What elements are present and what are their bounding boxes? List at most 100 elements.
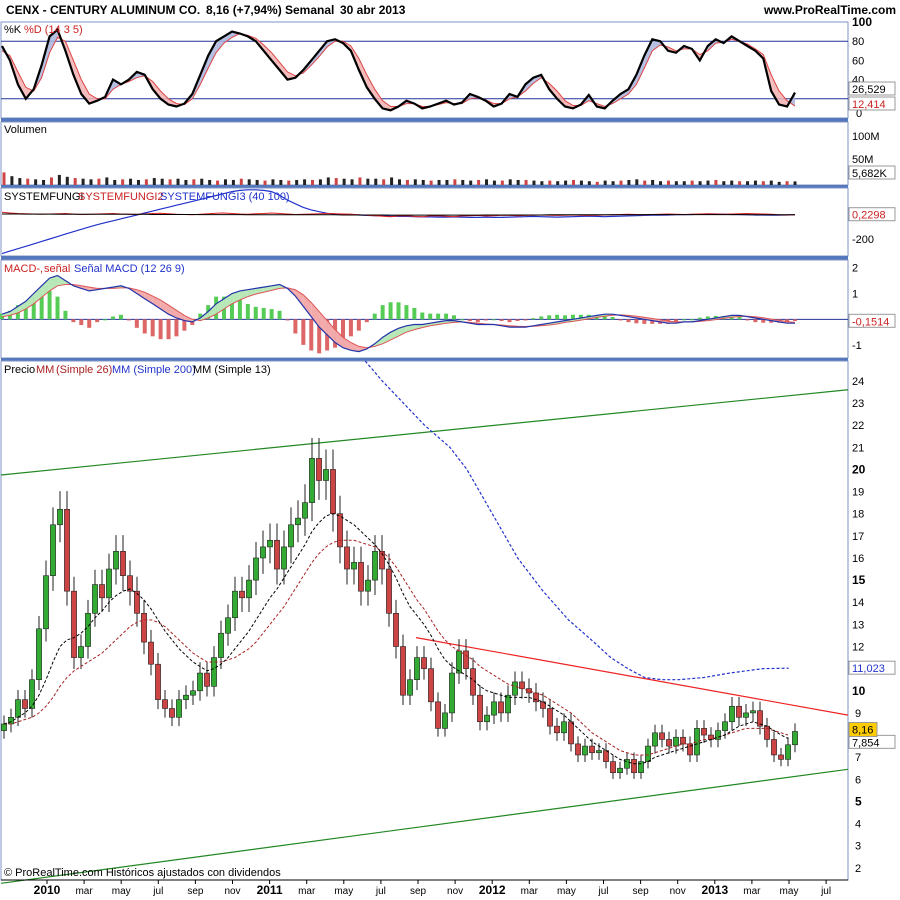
price-tick: 15 [852,573,866,587]
volume-bar [437,179,441,185]
candle-body [449,672,455,714]
volume-bar [152,178,156,185]
systemfungi-legend-2: SYSTEMFUNGI2 [78,191,164,203]
candle-body [106,568,112,599]
candle-body [638,761,644,773]
candle-body [15,699,21,718]
volume-bar [429,180,433,185]
candle-body [477,694,483,723]
candle-body [120,551,126,576]
candle-body [750,710,756,714]
x-axis-label: jul [820,886,831,897]
macd-histogram-bar [142,319,147,334]
ma200-last-value-text: 11,023 [852,663,885,675]
macd-histogram-bar [563,315,568,320]
candle-body [204,672,210,687]
price-tick: 21 [852,442,864,454]
volume-bar [42,179,46,185]
volume-bar [674,181,678,185]
volume-bar [738,181,742,185]
volume-bar [10,176,14,185]
candle-body [785,744,791,760]
macd-histogram-bar [47,290,52,320]
candle-body [78,646,84,658]
candle-body [428,668,434,703]
volume-bar [643,180,647,185]
candle-body [421,657,427,669]
x-axis-label: jul [375,886,386,897]
footer-copyright: © ProRealTime.com Históricos ajustados c… [4,867,281,879]
volume-bar [492,180,496,185]
volume-bar [508,179,512,185]
macd-histogram-bar [539,316,544,320]
x-axis-label: sep [633,886,650,897]
candle-body [113,551,119,570]
macd-histogram-bar [745,319,750,321]
candle-body [169,708,175,718]
candle-body [610,761,616,773]
x-axis-label: may [334,886,353,897]
candle-body [631,759,637,773]
volume-bar [263,180,267,185]
candle-body [463,650,469,669]
macd-histogram-bar [103,319,108,321]
volume-bar [651,179,655,185]
candle-body [330,469,336,515]
price-tick: 6 [855,774,861,786]
volume-bar [477,179,481,185]
macd-histogram-bar [87,319,92,328]
volume-bar [398,179,401,185]
volume-bar [144,179,148,185]
candle-body [365,579,371,592]
candle-body [575,743,581,756]
candle-body [85,613,91,647]
macd-histogram-bar [523,319,528,321]
volume-bar [89,179,93,185]
candle-body [652,732,658,747]
candle-body [267,539,273,548]
x-axis-label: sep [410,886,427,897]
volume-bar [2,172,6,185]
macd-histogram-bar [404,305,409,320]
macd-histogram-bar [253,306,258,320]
macd-legend-1: MACD-, [4,263,43,275]
volume-title: Volumen [4,124,47,136]
volume-bar [279,179,283,185]
volume-bar [548,180,552,185]
candle-body [372,551,378,581]
volume-bar [793,181,797,185]
volume-bar [572,179,576,185]
macd-histogram-bar [364,319,369,323]
candle-body [729,705,735,723]
candle-body [435,701,441,729]
volume-bar [500,180,504,185]
candle-body [351,562,357,570]
x-axis-label: may [112,886,131,897]
volume-bar [334,178,338,185]
stochastic-k-value-text: 26,529 [852,84,886,96]
price-legend-precio: Precio [4,364,35,376]
macd-histogram-bar [71,319,76,323]
candle-body [190,690,196,696]
candle-body [519,681,525,689]
macd-histogram-bar [634,319,639,324]
volume-bar [746,181,750,185]
candle-body [358,562,364,592]
x-axis-label: nov [447,886,463,897]
macd-histogram-bar [618,319,623,321]
volume-bar [184,179,188,185]
candle-body [1,723,7,731]
candle-body [43,575,49,630]
volume-bar [295,179,299,185]
macd-last-value-text: -0,1514 [852,316,889,328]
candle-body [64,508,70,592]
price-tick: 24 [852,376,864,388]
macd-histogram-bar [118,314,123,320]
x-axis-label: mar [75,886,93,897]
candle-body [218,632,224,658]
x-axis-label: may [780,886,799,897]
candle-body [239,590,245,599]
source-link[interactable]: www.ProRealTime.com [763,3,896,17]
candle-body [148,641,154,665]
price-change: 8,16 (+7,94%) [206,3,282,17]
